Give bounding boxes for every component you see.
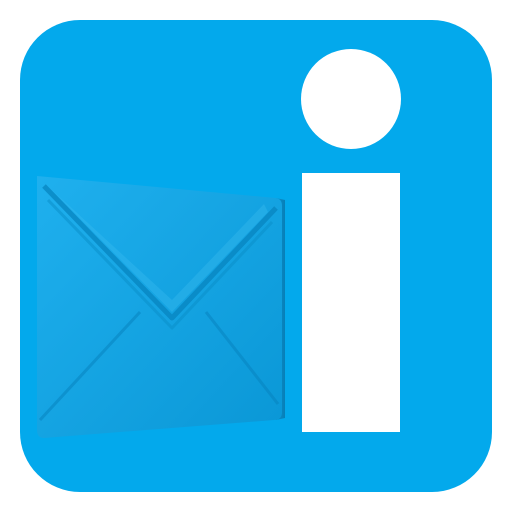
envelope-icon — [37, 176, 285, 438]
app-icon[interactable] — [0, 0, 512, 512]
info-stem — [302, 173, 400, 432]
info-dot — [301, 49, 401, 149]
info-letter-i-icon — [301, 49, 401, 432]
